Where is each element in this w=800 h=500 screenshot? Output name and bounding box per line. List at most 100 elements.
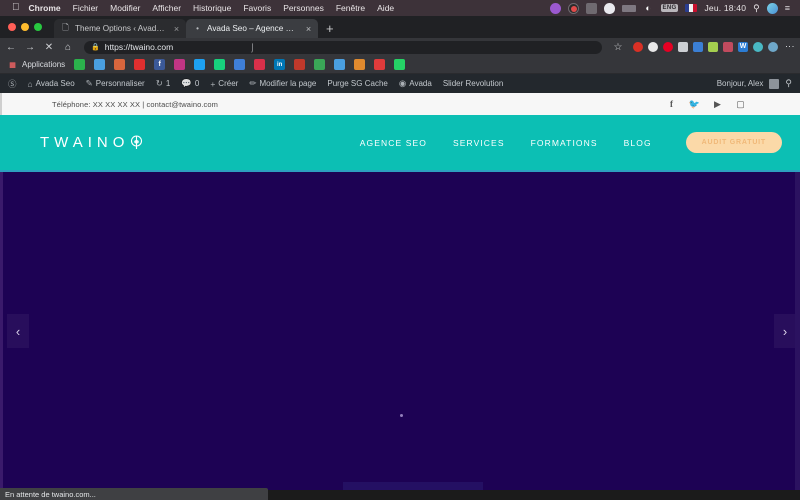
profile-avatar-icon[interactable] [768, 42, 778, 52]
ext-blue-icon[interactable] [693, 42, 703, 52]
user-avatar[interactable] [769, 78, 780, 89]
apple-logo-icon[interactable]:  [12, 3, 20, 13]
slider-prev-arrow-icon[interactable]: ‹ [7, 314, 29, 348]
minimize-window-button[interactable] [21, 23, 29, 31]
tab-avada-seo[interactable]: • Avada Seo – Agence SEO × [186, 19, 318, 38]
cloud-icon[interactable] [603, 2, 615, 14]
wifi-icon[interactable]: ◐ [643, 3, 654, 14]
twitter-icon[interactable] [194, 59, 206, 70]
wp-item-creer[interactable]: + Créer [210, 79, 238, 89]
slider-next-arrow-icon[interactable]: › [774, 314, 796, 348]
stop-loading-icon[interactable]: ✕ [43, 42, 55, 53]
trello-icon[interactable] [334, 59, 346, 70]
facebook-icon[interactable]: f [154, 59, 166, 70]
close-icon[interactable]: × [304, 24, 313, 34]
refresh-icon: ↻ [155, 78, 163, 88]
search-icon[interactable]: ⚲ [753, 3, 760, 14]
page-scrollbar[interactable] [795, 172, 800, 490]
kebab-menu-icon[interactable]: ⋮ [785, 42, 795, 53]
wp-item-comments[interactable]: 💬 0 [181, 78, 199, 89]
ext-pinterest-icon[interactable] [663, 42, 673, 52]
analytics-icon[interactable] [114, 59, 126, 70]
ext-red-icon[interactable] [633, 42, 643, 52]
nav-link-agence-seo[interactable]: AGENCE SEO [360, 138, 427, 148]
ext-word-icon[interactable]: W [738, 42, 748, 52]
video-icon[interactable] [374, 59, 386, 70]
record-red-icon[interactable] [567, 2, 579, 14]
facebook-icon[interactable]: f [666, 99, 677, 110]
screen:  Chrome Fichier Modifier Afficher Histo… [0, 0, 800, 500]
site-header: TWAINO AGENCE SEO SERVICES FORMATIONS BL… [0, 115, 800, 172]
input-source-badge[interactable]: ENG [660, 4, 679, 12]
menu-modifier[interactable]: Modifier [110, 3, 140, 13]
ext-white-cloud-icon[interactable] [648, 42, 658, 52]
new-tab-button[interactable]: + [318, 19, 342, 38]
twitter-icon[interactable]: 🐦 [689, 99, 700, 110]
menu-fenetre[interactable]: Fenêtre [336, 3, 365, 13]
mail-icon[interactable] [94, 59, 106, 70]
wp-item-modifier-la-page[interactable]: ✏ Modifier la page [249, 78, 316, 89]
ext-teal-icon[interactable] [753, 42, 763, 52]
forward-icon[interactable]: → [24, 42, 36, 53]
blue-page-icon[interactable] [234, 59, 246, 70]
back-icon[interactable]: ← [5, 42, 17, 53]
menu-personnes[interactable]: Personnes [283, 3, 324, 13]
control-center-icon[interactable]: ≡ [785, 3, 790, 13]
wordpress-icon[interactable]: Ⓢ [8, 78, 17, 90]
menu-fichier[interactable]: Fichier [73, 3, 99, 13]
tab-theme-options[interactable]: 🗋 Theme Options ‹ Avada Seo — × [54, 19, 186, 38]
wp-item-purge-sg-cache[interactable]: Purge SG Cache [327, 79, 387, 88]
menu-favoris[interactable]: Favoris [243, 3, 271, 13]
wp-greeting[interactable]: Bonjour, Alex [717, 79, 764, 88]
macos-menu-bar:  Chrome Fichier Modifier Afficher Histo… [0, 0, 800, 16]
site-logo[interactable]: TWAINO [40, 134, 143, 151]
semrush-icon[interactable] [74, 59, 86, 70]
close-icon[interactable]: × [172, 24, 181, 34]
site-social-links: f 🐦 ▶ ▢ [666, 99, 786, 110]
window-controls [8, 16, 54, 38]
status-text: En attente de twaino.com... [5, 489, 96, 499]
youtube-icon[interactable] [134, 59, 146, 70]
wp-item-personnaliser[interactable]: ✎ Personnaliser [86, 78, 145, 89]
chart-icon[interactable] [354, 59, 366, 70]
ext-grid-icon[interactable] [678, 42, 688, 52]
instagram-icon[interactable] [174, 59, 186, 70]
siri-icon[interactable] [766, 2, 778, 14]
nav-link-services[interactable]: SERVICES [453, 138, 505, 148]
youtube-icon[interactable]: ▶ [712, 99, 723, 110]
menu-app-name[interactable]: Chrome [29, 3, 61, 13]
zoom-window-button[interactable] [34, 23, 42, 31]
bookmark-applications[interactable]: ▦ Applications [7, 59, 65, 70]
battery-icon[interactable] [621, 4, 636, 12]
menu-historique[interactable]: Historique [193, 3, 231, 13]
menu-aide[interactable]: Aide [377, 3, 394, 13]
wordpress-admin-bar: Ⓢ ⌂ Avada Seo ✎ Personnaliser ↻ 1 💬 0 + … [0, 74, 800, 93]
ahrefs-icon[interactable] [294, 59, 306, 70]
wp-item-updates[interactable]: ↻ 1 [156, 78, 171, 89]
wp-item-avada[interactable]: ◉ Avada [399, 78, 432, 89]
wp-item-slider-revolution[interactable]: Slider Revolution [443, 79, 503, 88]
menu-afficher[interactable]: Afficher [152, 3, 181, 13]
close-window-button[interactable] [8, 23, 16, 31]
red-pin-icon[interactable] [254, 59, 266, 70]
ext-pink-icon[interactable] [723, 42, 733, 52]
cta-audit-button[interactable]: AUDIT GRATUIT [685, 132, 782, 153]
wp-item-label: Créer [218, 79, 239, 88]
linkedin-icon[interactable]: in [274, 59, 286, 70]
home-icon[interactable]: ⌂ [62, 42, 74, 53]
search-icon[interactable]: ⚲ [785, 78, 792, 89]
nav-link-formations[interactable]: FORMATIONS [531, 138, 598, 148]
menubar-clock[interactable]: Jeu. 18:40 [704, 3, 746, 13]
instagram-icon[interactable]: ▢ [735, 99, 746, 110]
fr-flag-icon[interactable] [685, 4, 698, 12]
address-bar[interactable]: 🔒 https://twaino.com ⌡ [84, 40, 602, 54]
screen-icon[interactable] [585, 2, 597, 14]
whatsapp-icon[interactable] [394, 59, 406, 70]
spreadsheet-icon[interactable] [314, 59, 326, 70]
nav-link-blog[interactable]: BLOG [624, 138, 652, 148]
ext-pencil-icon[interactable] [708, 42, 718, 52]
bookmark-star-icon[interactable]: ☆ [612, 42, 624, 53]
green-diamond-icon[interactable] [214, 59, 226, 70]
circle-purple-icon[interactable] [549, 2, 561, 14]
wp-item-avada-seo[interactable]: ⌂ Avada Seo [28, 79, 75, 89]
